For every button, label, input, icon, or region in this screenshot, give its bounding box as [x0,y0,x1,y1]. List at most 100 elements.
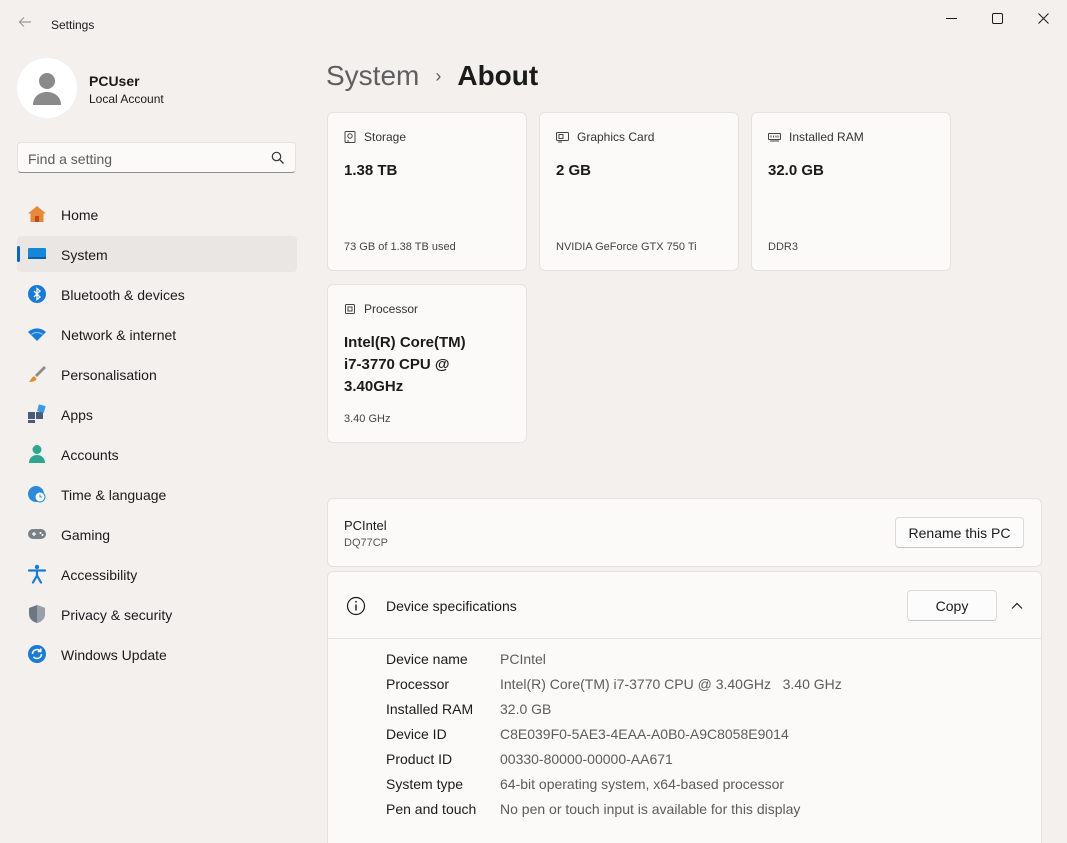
breadcrumb-parent[interactable]: System [326,60,419,92]
spec-value: PCIntel [500,651,546,667]
user-name: PCUser [89,73,140,89]
sidebar-item-gaming[interactable]: Gaming [17,516,297,552]
spec-list: Device name PCIntel Processor Intel(R) C… [386,651,842,826]
pc-name-card: PCIntel DQ77CP Rename this PC [327,498,1042,567]
sidebar-item-label: Time & language [61,487,167,503]
ram-icon [768,133,781,142]
device-specifications-header[interactable]: Device specifications Copy [328,572,1041,639]
sidebar-item-apps[interactable]: Apps [17,396,297,432]
sidebar-item-label: Home [61,207,99,223]
person-icon [29,445,45,463]
spec-row: Device ID C8E039F0-5AE3-4EAA-A0B0-A9C805… [386,726,842,751]
globe-clock-icon [28,486,46,503]
sidebar-item-accessibility[interactable]: Accessibility [17,556,297,592]
system-monitor-icon [28,248,46,259]
storage-card-header: Storage [344,130,406,144]
spec-value: 32.0 GB [500,701,552,717]
spec-key: System type [386,776,464,792]
search-input[interactable]: Find a setting [17,142,296,173]
sidebar-item-label: Apps [61,407,93,423]
paintbrush-icon [29,366,46,382]
device-specifications-title: Device specifications [386,598,517,614]
spec-key: Device name [386,651,468,667]
close-button[interactable] [1020,6,1066,30]
app-title: Settings [51,18,95,32]
sidebar-item-label: Gaming [61,527,111,543]
breadcrumb-chevron-icon: › [435,65,442,86]
account-type: Local Account [89,92,164,106]
minimize-button[interactable] [928,6,974,30]
copy-button[interactable]: Copy [907,590,997,621]
spec-value: 00330-80000-00000-AA671 [500,751,673,767]
graphics-card-title: Graphics Card [577,130,655,144]
spec-row: Device name PCIntel [386,651,842,676]
processor-card-sub: 3.40 GHz [344,413,391,425]
apps-icon [28,404,46,423]
close-icon [1037,12,1049,24]
graphics-card-sub: NVIDIA GeForce GTX 750 Ti [556,241,697,253]
sidebar-item-time-language[interactable]: Time & language [17,476,297,512]
avatar[interactable] [17,58,77,118]
ram-card-sub: DDR3 [768,241,798,253]
processor-card-value: Intel(R) Core(TM) i7-3770 CPU @ 3.40GHz [344,332,466,398]
graphics-card-value: 2 GB [556,162,592,179]
bluetooth-icon [28,285,46,303]
spec-key: Processor [386,676,450,692]
sidebar-item-home[interactable]: Home [17,196,297,232]
graphics-card[interactable]: Graphics Card 2 GB NVIDIA GeForce GTX 75… [539,112,739,271]
pc-model: DQ77CP [344,537,389,549]
storage-card-sub: 73 GB of 1.38 TB used [344,241,456,253]
spec-row: Pen and touch No pen or touch input is a… [386,801,842,826]
spec-value: 64-bit operating system, x64-based proce… [500,776,785,792]
chevron-up-icon[interactable] [1009,598,1025,614]
spec-key: Pen and touch [386,801,477,817]
breadcrumb: System › About [326,60,538,92]
sidebar-item-label: Bluetooth & devices [61,287,185,303]
sidebar-item-label: Accounts [61,447,119,463]
wifi-icon [28,328,46,341]
back-button[interactable] [14,14,36,36]
sidebar-item-label: System [61,247,108,263]
spec-key: Installed RAM [386,701,474,717]
sidebar-item-label: Windows Update [61,647,167,663]
update-icon [28,645,46,663]
device-specifications-panel: Device specifications Copy Device name P… [327,571,1042,843]
sidebar-item-bluetooth[interactable]: Bluetooth & devices [17,276,297,312]
spec-row: Installed RAM 32.0 GB [386,701,842,726]
sidebar-item-privacy[interactable]: Privacy & security [17,596,297,632]
sidebar-item-accounts[interactable]: Accounts [17,436,297,472]
sidebar-item-label: Network & internet [61,327,177,343]
info-icon [346,596,366,616]
processor-value-line: Intel(R) Core(TM) [344,334,466,351]
maximize-icon [991,12,1003,24]
processor-card-title: Processor [364,302,419,316]
ram-card[interactable]: Installed RAM 32.0 GB DDR3 [751,112,951,271]
storage-icon [344,131,356,143]
sidebar-item-network[interactable]: Network & internet [17,316,297,352]
graphics-card-header: Graphics Card [556,130,654,144]
spec-value: No pen or touch input is available for t… [500,801,801,817]
maximize-button[interactable] [974,6,1020,30]
processor-card[interactable]: Processor Intel(R) Core(TM) i7-3770 CPU … [327,284,527,443]
spec-key: Device ID [386,726,447,742]
ram-card-title: Installed RAM [789,130,864,144]
pc-name: PCIntel [344,518,387,533]
storage-card-value: 1.38 TB [344,162,398,179]
minimize-icon [945,17,957,19]
ram-card-header: Installed RAM [768,130,864,144]
sidebar-item-personalisation[interactable]: Personalisation [17,356,297,392]
spec-value: C8E039F0-5AE3-4EAA-A0B0-A9C8058E9014 [500,726,789,742]
spec-value: Intel(R) Core(TM) i7-3770 CPU @ 3.40GHz … [500,676,842,692]
sidebar-item-windows-update[interactable]: Windows Update [17,636,297,672]
sidebar-nav: Home System Bluetooth & devices Network … [17,196,297,676]
person-placeholder-icon [33,73,61,105]
rename-pc-button[interactable]: Rename this PC [895,517,1024,548]
processor-value-line: i7-3770 CPU @ [344,356,450,373]
search-placeholder: Find a setting [28,151,113,167]
sidebar-item-system[interactable]: System [17,236,297,272]
sidebar-item-label: Personalisation [61,367,157,383]
title-bar: Settings [0,0,1067,48]
page-title: About [457,60,539,91]
processor-card-header: Processor [344,302,418,316]
storage-card[interactable]: Storage 1.38 TB 73 GB of 1.38 TB used [327,112,527,271]
